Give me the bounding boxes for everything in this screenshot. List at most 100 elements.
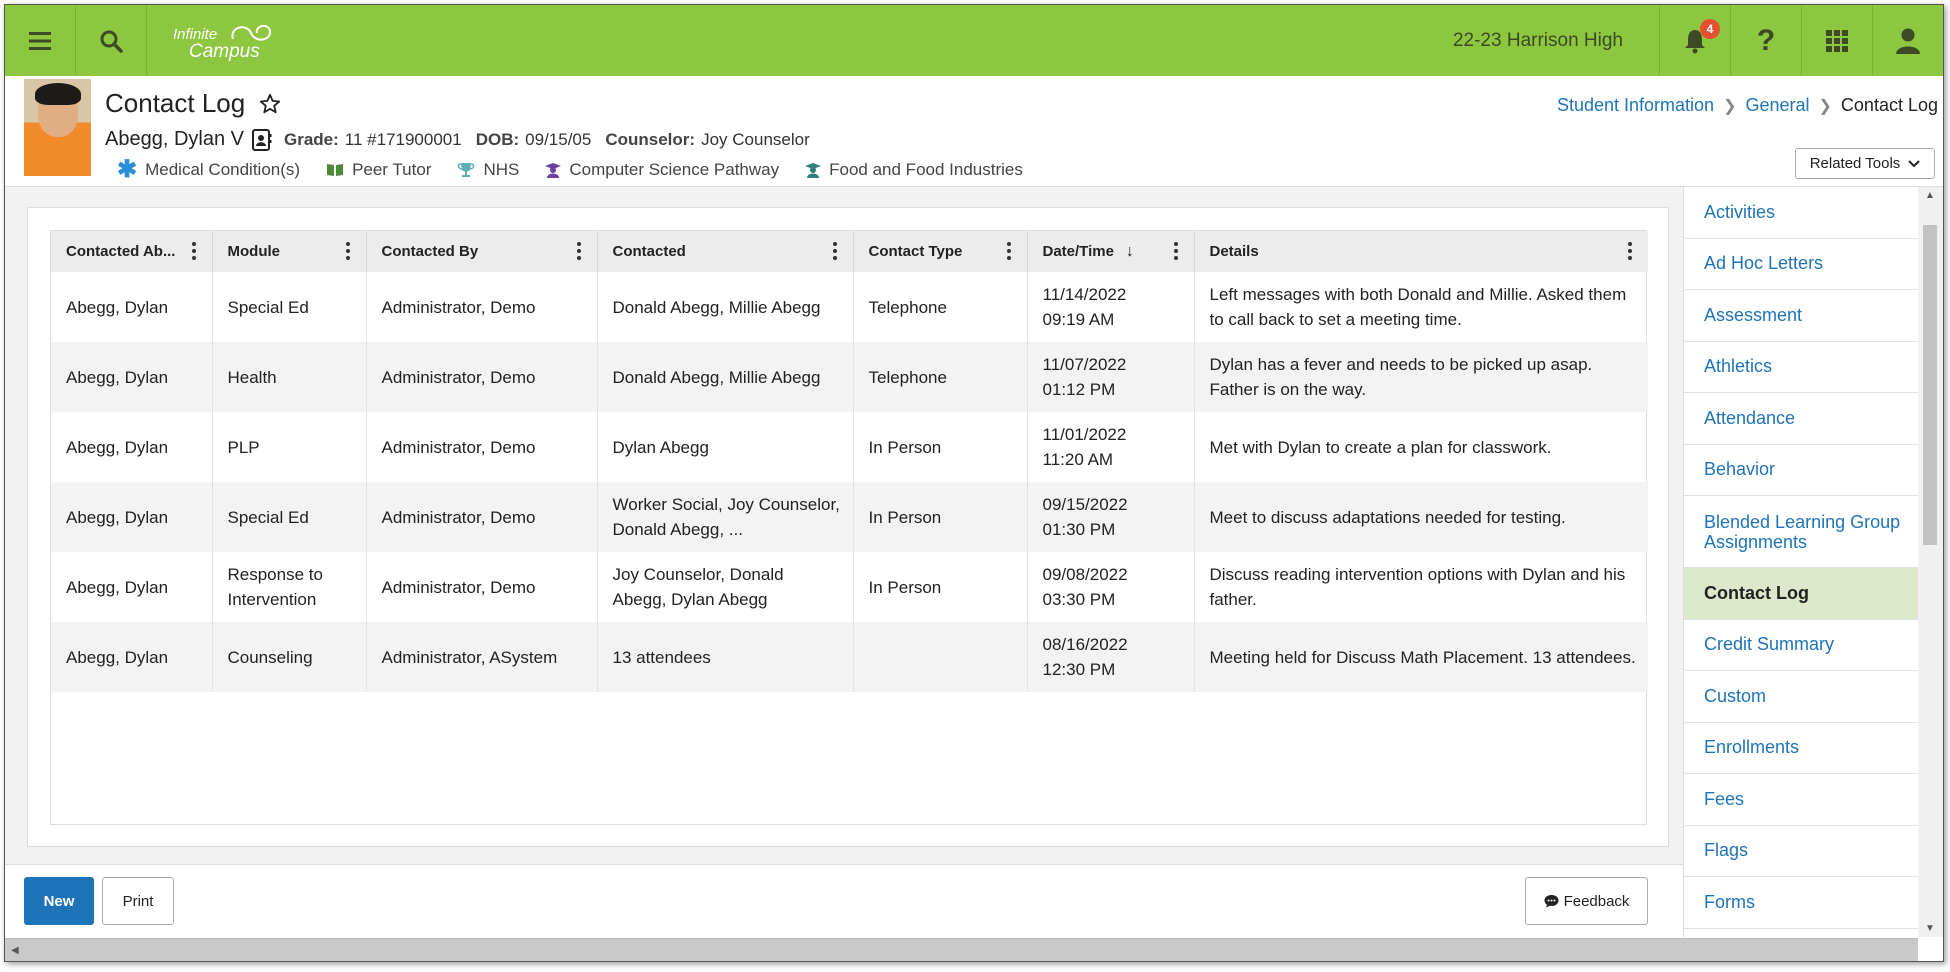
column-header-contacted-by[interactable]: Contacted By — [366, 231, 598, 272]
contact-card-icon[interactable] — [251, 128, 272, 151]
star-icon[interactable] — [259, 93, 281, 115]
user-account-button[interactable] — [1872, 5, 1943, 76]
page-title-text: Contact Log — [105, 88, 246, 118]
sidebar-item-contact-log[interactable]: Contact Log — [1684, 568, 1918, 620]
column-menu-icon[interactable] — [191, 242, 198, 260]
flag-food-industries[interactable]: Food and Food Industries — [805, 160, 1023, 180]
table-row[interactable]: Abegg, Dylan Response to Intervention Admi… — [51, 552, 1648, 622]
infinite-campus-logo[interactable]: Infinite Campus — [171, 19, 286, 63]
column-menu-icon[interactable] — [1628, 242, 1634, 260]
column-header-contacted-about[interactable]: Contacted Ab... — [51, 231, 213, 272]
asterisk-icon: ✱ — [117, 156, 138, 183]
cell-contact-type: In Person — [853, 482, 1028, 552]
action-bar: New Print Feedback — [5, 864, 1683, 938]
horizontal-scrollbar[interactable]: ◀ — [5, 938, 1918, 961]
column-menu-icon[interactable] — [576, 242, 583, 260]
graduate-icon — [805, 163, 822, 178]
flag-label: NHS — [483, 160, 520, 179]
cell-contacted-about: Abegg, Dylan — [51, 272, 213, 342]
cell-module: Special Ed — [212, 482, 367, 552]
table-row[interactable]: Abegg, Dylan Health Administrator, Demo Don… — [51, 342, 1648, 412]
chevron-down-icon — [1908, 159, 1921, 167]
table-row[interactable]: Abegg, Dylan Special Ed Administrator, Dem… — [51, 272, 1648, 342]
sidebar-item-attendance[interactable]: Attendance — [1684, 393, 1918, 445]
flag-peer-tutor[interactable]: Peer Tutor — [326, 160, 431, 180]
cell-contacted-about: Abegg, Dylan — [51, 622, 213, 692]
scroll-up-arrow-icon[interactable]: ▲ — [1925, 190, 1935, 201]
cell-module: Response to Intervention — [212, 552, 367, 622]
breadcrumb-general[interactable]: General — [1745, 95, 1809, 116]
scrollbar-thumb[interactable] — [1923, 225, 1937, 545]
menu-button[interactable] — [5, 5, 76, 76]
cell-module: Special Ed — [212, 272, 367, 342]
sidebar-item-athletics[interactable]: Athletics — [1684, 342, 1918, 393]
flag-label: Peer Tutor — [352, 160, 432, 179]
cell-contact-type: In Person — [853, 552, 1028, 622]
sidebar-item-activities[interactable]: Activities — [1684, 187, 1918, 239]
app-window: Infinite Campus 22-23 Harrison High 4 ? — [4, 4, 1944, 962]
cell-contacted-about: Abegg, Dylan — [51, 482, 213, 552]
sidebar-item-credit-summary[interactable]: Credit Summary — [1684, 620, 1918, 671]
cell-contacted: Dylan Abegg — [597, 412, 854, 482]
contact-date: 11/01/2022 — [1042, 425, 1127, 444]
cell-contacted-about: Abegg, Dylan — [51, 552, 213, 622]
flag-computer-science-pathway[interactable]: Computer Science Pathway — [545, 160, 779, 180]
cell-contacted: Worker Social, Joy Counselor, Donald Abe… — [597, 482, 854, 552]
contact-time: 01:12 PM — [1042, 380, 1116, 399]
cell-date-time: 11/14/2022 09:19 AM — [1027, 272, 1195, 342]
sort-arrow-down-icon: ↓ — [1125, 242, 1134, 260]
contact-date: 11/14/2022 — [1042, 285, 1127, 304]
print-button[interactable]: Print — [102, 877, 174, 925]
apps-button[interactable] — [1801, 5, 1872, 76]
flag-label: Medical Condition(s) — [145, 160, 301, 179]
sidebar-item-fees[interactable]: Fees — [1684, 774, 1918, 826]
table-body: Abegg, Dylan Special Ed Administrator, Dem… — [51, 272, 1648, 692]
table-row[interactable]: Abegg, Dylan PLP Administrator, Demo Dylan … — [51, 412, 1648, 482]
grade-value: 11 #171900001 — [344, 129, 462, 149]
contact-time: 09:19 AM — [1042, 310, 1115, 329]
cell-contacted: Joy Counselor, Donald Abegg, Dylan Abegg — [597, 552, 854, 622]
contact-time: 01:30 PM — [1042, 520, 1116, 539]
column-header-module[interactable]: Module — [212, 231, 367, 272]
contact-log-card: Contacted Ab... Module Contacted By Cont… — [27, 207, 1669, 847]
chevron-right-icon: ❯ — [1723, 97, 1737, 115]
column-header-date-time[interactable]: Date/Time ↓ — [1027, 231, 1195, 272]
sidebar-item-custom[interactable]: Custom — [1684, 671, 1918, 723]
column-menu-icon[interactable] — [832, 242, 839, 260]
vertical-scrollbar[interactable]: ▲ ▼ — [1918, 187, 1943, 937]
sidebar-item-flags[interactable]: Flags — [1684, 826, 1918, 877]
grade-label: Grade: — [283, 129, 339, 149]
breadcrumb-student-information[interactable]: Student Information — [1557, 95, 1714, 116]
contact-date: 08/16/2022 — [1042, 635, 1128, 654]
column-header-contacted[interactable]: Contacted — [597, 231, 854, 272]
feedback-button[interactable]: Feedback — [1525, 877, 1648, 925]
help-button[interactable]: ? — [1730, 5, 1801, 76]
apps-grid-icon — [1826, 29, 1848, 52]
flag-nhs[interactable]: NHS — [457, 160, 519, 180]
counselor-label: Counselor: — [605, 129, 696, 149]
scroll-down-arrow-icon[interactable]: ▼ — [1925, 923, 1935, 934]
column-menu-icon[interactable] — [345, 242, 352, 260]
related-tools-button[interactable]: Related Tools — [1795, 148, 1935, 179]
notifications-button[interactable]: 4 — [1659, 5, 1730, 76]
sidebar-item-blended-learning-group-assignments[interactable]: Blended Learning Group Assignments — [1684, 496, 1918, 568]
flag-medical-condition[interactable]: ✱ Medical Condition(s) — [117, 156, 301, 183]
new-button[interactable]: New — [24, 877, 94, 925]
column-menu-icon[interactable] — [1173, 242, 1180, 260]
column-menu-icon[interactable] — [1006, 242, 1013, 260]
breadcrumb: Student Information ❯ General ❯ Contact … — [1557, 95, 1938, 116]
search-icon — [100, 30, 123, 53]
table-row[interactable]: Abegg, Dylan Counseling Administrator, ASy… — [51, 622, 1648, 692]
sidebar-item-ad-hoc-letters[interactable]: Ad Hoc Letters — [1684, 239, 1918, 290]
school-year-selector[interactable]: 22-23 Harrison High — [1453, 5, 1623, 76]
column-header-contact-type[interactable]: Contact Type — [853, 231, 1028, 272]
cell-contacted-about: Abegg, Dylan — [51, 412, 213, 482]
sidebar-item-enrollments[interactable]: Enrollments — [1684, 723, 1918, 774]
sidebar-item-assessment[interactable]: Assessment — [1684, 290, 1918, 342]
search-button[interactable] — [76, 5, 147, 76]
sidebar-item-forms[interactable]: Forms — [1684, 877, 1918, 929]
sidebar-item-behavior[interactable]: Behavior — [1684, 445, 1918, 496]
scroll-left-arrow-icon[interactable]: ◀ — [11, 945, 19, 956]
column-header-details[interactable]: Details — [1194, 231, 1648, 272]
table-row[interactable]: Abegg, Dylan Special Ed Administrator, Dem… — [51, 482, 1648, 552]
